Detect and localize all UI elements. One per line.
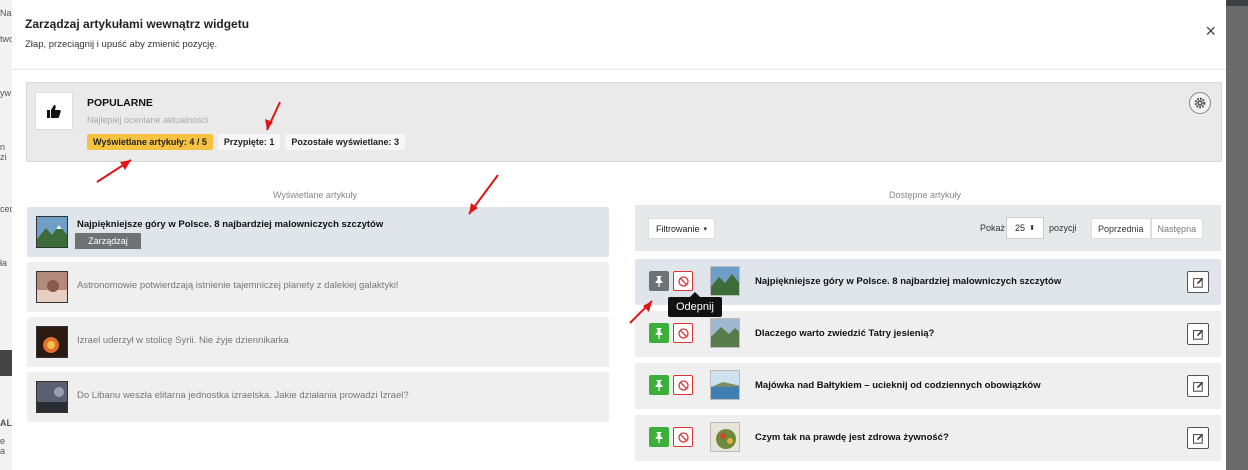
- article-thumbnail: [710, 318, 740, 348]
- pagination: Poprzednia Następna: [1091, 218, 1204, 239]
- edit-icon: [1192, 433, 1203, 444]
- available-articles-panel: Filtrowanie ▾ Pokaż 25 ⬍ pozycji Poprzedni…: [635, 205, 1221, 467]
- bg-fragment: yw: [0, 88, 11, 98]
- filter-button[interactable]: Filtrowanie ▾: [648, 218, 716, 239]
- widget-summary: POPULARNE Najlepiej oceniane aktualności…: [26, 82, 1222, 162]
- bg-fragment: e a: [0, 436, 6, 456]
- pin-icon: [655, 431, 663, 443]
- article-thumbnail: [710, 370, 740, 400]
- previous-page-button[interactable]: Poprzednia: [1091, 218, 1151, 239]
- block-button[interactable]: [673, 323, 693, 343]
- ban-icon: [677, 379, 689, 391]
- unpin-button[interactable]: [649, 271, 669, 291]
- displayed-count-badge: Wyświetlane artykuły: 4 / 5: [87, 134, 213, 150]
- available-articles-list: Najpiękniejsze góry w Polsce. 8 najbardz…: [635, 259, 1221, 461]
- displayed-articles-heading: Wyświetlane artykuły: [273, 190, 357, 200]
- displayed-articles-list: Najpiękniejsze góry w Polsce. 8 najbardz…: [27, 207, 609, 427]
- article-thumbnail: [710, 266, 740, 296]
- list-item: Majówka nad Bałtykiem – ucieknij od codz…: [635, 363, 1221, 409]
- list-item: Najpiękniejsze góry w Polsce. 8 najbardz…: [635, 259, 1221, 305]
- modal-title: Zarządzaj artykułami wewnątrz widgetu: [25, 17, 250, 31]
- edit-button[interactable]: [1187, 323, 1209, 345]
- ban-icon: [677, 431, 689, 443]
- list-item[interactable]: Izrael uderzył w stolicę Syrii. Nie żyje…: [27, 317, 609, 367]
- pin-icon: [655, 275, 663, 287]
- caret-down-icon: ▾: [703, 225, 708, 233]
- block-button[interactable]: [673, 271, 693, 291]
- article-thumbnail: [36, 271, 68, 303]
- positions-label: pozycji: [1049, 223, 1077, 233]
- article-title: Izrael uderzył w stolicę Syrii. Nie żyje…: [77, 335, 289, 346]
- widget-title: POPULARNE: [87, 97, 153, 109]
- manage-articles-modal: Zarządzaj artykułami wewnątrz widgetu Zł…: [12, 0, 1226, 470]
- filter-label: Filtrowanie: [656, 223, 700, 234]
- bg-fragment: n zi: [0, 142, 7, 162]
- modal-header: Zarządzaj artykułami wewnątrz widgetu Zł…: [12, 0, 1226, 70]
- manage-button[interactable]: Zarządzaj: [75, 233, 141, 249]
- modal-subtitle: Złap, przeciągnij i upuść aby zmienić po…: [25, 39, 218, 50]
- bg-fragment: ła: [0, 258, 8, 268]
- pin-button[interactable]: [649, 375, 669, 395]
- edit-button[interactable]: [1187, 375, 1209, 397]
- list-item[interactable]: Najpiękniejsze góry w Polsce. 8 najbardz…: [27, 207, 609, 257]
- article-title: Czym tak na prawdę jest zdrowa żywność?: [755, 432, 949, 443]
- pin-button[interactable]: [649, 427, 669, 447]
- article-thumbnail: [710, 422, 740, 452]
- article-title: Majówka nad Bałtykiem – ucieknij od codz…: [755, 380, 1041, 391]
- pinned-count-badge: Przypięte: 1: [217, 134, 281, 150]
- block-button[interactable]: [673, 375, 693, 395]
- pin-icon: [655, 379, 663, 391]
- widget-description: Najlepiej oceniane aktualności: [87, 115, 209, 125]
- show-label: Pokaż: [980, 223, 1006, 233]
- block-button[interactable]: [673, 427, 693, 447]
- pin-button[interactable]: [649, 323, 669, 343]
- list-item: Dlaczego warto zwiedzić Tatry jesienią?: [635, 311, 1221, 357]
- unpin-tooltip: Odepnij: [668, 292, 722, 317]
- background-page-left: Nazwa twor yw n zi ced ła ALI e a: [0, 0, 28, 470]
- updown-icon: ⬍: [1029, 225, 1035, 232]
- edit-button[interactable]: [1187, 271, 1209, 293]
- edit-icon: [1192, 277, 1203, 288]
- article-title: Dlaczego warto zwiedzić Tatry jesienią?: [755, 328, 935, 339]
- edit-icon: [1192, 329, 1203, 340]
- page-size-value: 25: [1015, 223, 1026, 233]
- thumbs-up-icon: [35, 92, 73, 130]
- article-title: Najpiękniejsze góry w Polsce. 8 najbardz…: [77, 219, 384, 230]
- list-item: Czym tak na prawdę jest zdrowa żywność?: [635, 415, 1221, 461]
- edit-button[interactable]: [1187, 427, 1209, 449]
- article-thumbnail: [36, 381, 68, 413]
- pin-icon: [655, 327, 663, 339]
- close-button[interactable]: ×: [1205, 22, 1216, 40]
- list-item[interactable]: Do Libanu weszła elitarna jednostka izra…: [27, 372, 609, 422]
- available-articles-toolbar: Filtrowanie ▾ Pokaż 25 ⬍ pozycji Poprzedni…: [635, 205, 1221, 251]
- settings-button[interactable]: [1189, 92, 1211, 114]
- ban-icon: [677, 327, 689, 339]
- page-size-select[interactable]: 25 ⬍: [1006, 217, 1044, 239]
- article-title: Do Libanu weszła elitarna jednostka izra…: [77, 390, 409, 401]
- next-page-button[interactable]: Następna: [1150, 218, 1204, 239]
- list-item[interactable]: Astronomowie potwierdzają istnienie taje…: [27, 262, 609, 312]
- edit-icon: [1192, 381, 1203, 392]
- ban-icon: [677, 275, 689, 287]
- available-articles-heading: Dostępne artykuły: [889, 190, 962, 200]
- background-page-right: [1226, 0, 1248, 470]
- remaining-count-badge: Pozostałe wyświetlane: 3: [285, 134, 405, 150]
- article-thumbnail: [36, 216, 68, 248]
- article-title: Astronomowie potwierdzają istnienie taje…: [77, 280, 399, 291]
- article-thumbnail: [36, 326, 68, 358]
- article-title: Najpiękniejsze góry w Polsce. 8 najbardz…: [755, 276, 1062, 287]
- gear-icon: [1194, 97, 1206, 109]
